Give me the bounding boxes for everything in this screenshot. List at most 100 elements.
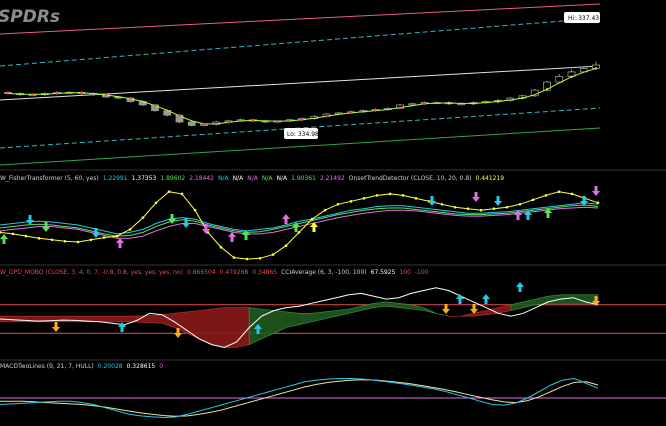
upper-band-line xyxy=(0,3,601,35)
fisher-signal-arrows xyxy=(0,186,600,248)
signal-arrow-up xyxy=(0,234,8,244)
candle-body xyxy=(457,103,466,106)
onset-trend-point xyxy=(388,192,392,196)
ma-point xyxy=(31,93,34,96)
onset-trend-point xyxy=(310,217,314,221)
chart-canvas: SPDRs Hi: 337.43 Lo: 334.98 W_FisherTran… xyxy=(0,3,666,419)
low-label: Lo: 334.98 xyxy=(287,131,319,138)
fisher-study-header: W_FisherTransformer (5, 60, yes) 1.22991 1… xyxy=(0,175,504,182)
study-value: N/A xyxy=(247,175,259,182)
ma-point xyxy=(423,102,426,105)
onset-trend-point xyxy=(323,208,327,212)
ma-point xyxy=(570,75,573,79)
ma-point xyxy=(178,114,181,118)
ma-point xyxy=(496,100,500,103)
onset-trend-point xyxy=(518,202,522,206)
study-value: N/A xyxy=(218,175,230,182)
onset-trend-point xyxy=(271,253,275,256)
onset-trend-point xyxy=(284,244,288,248)
onset-trend-point xyxy=(0,231,2,234)
onset-trend-point xyxy=(414,197,418,200)
study-value: N/A xyxy=(277,175,289,182)
ma-point xyxy=(153,104,157,107)
fisher-cyan-line xyxy=(0,202,599,235)
low-callout: Lo: 334.98 xyxy=(284,128,319,139)
study-value: 1.90361 xyxy=(291,175,316,182)
mobo-cci-panel xyxy=(0,287,666,349)
ma-point xyxy=(521,96,524,100)
mobo-signal-arrows xyxy=(52,282,600,338)
study-value: 2.18442 xyxy=(189,175,214,182)
signal-arrow-down xyxy=(472,192,480,202)
onset-trend-point xyxy=(232,256,236,259)
onset-trend-point xyxy=(180,192,184,196)
candle-body xyxy=(187,121,196,126)
signal-arrow-up xyxy=(116,238,124,248)
ma-point xyxy=(398,106,402,109)
chart-window: SPDRs Hi: 337.43 Lo: 334.98 W_FisherTran… xyxy=(0,0,666,426)
study-value: 100 xyxy=(399,269,411,276)
onset-trend-point xyxy=(401,194,405,197)
study-value: 2.21492 xyxy=(320,175,345,182)
mobo-band-fill xyxy=(510,294,599,311)
signal-arrow-up xyxy=(228,232,236,242)
signal-arrow-down xyxy=(42,222,50,232)
onset-trend-point xyxy=(440,202,444,206)
onset-trend-point xyxy=(570,192,574,196)
onset-trend-point xyxy=(544,194,548,197)
onset-trend-point xyxy=(11,232,15,236)
onset-trend-point xyxy=(167,190,171,193)
high-callout: Hi: 337.43 xyxy=(564,12,600,23)
ma-point xyxy=(594,67,598,70)
ma-point xyxy=(545,88,549,91)
upper-mid-band-line xyxy=(0,17,601,67)
onset-trend-point xyxy=(596,201,600,205)
price-channel-lines xyxy=(0,3,601,166)
ma-point xyxy=(6,92,10,95)
fisher-oscillator xyxy=(0,190,600,261)
signal-arrow-down xyxy=(168,214,176,224)
ma-point xyxy=(300,118,304,121)
ma-point xyxy=(251,119,255,122)
study-value: 1.37353 xyxy=(132,175,157,182)
study-value: 1.22991 xyxy=(103,175,128,182)
onset-trend-point xyxy=(479,208,483,212)
study-value: 1.89602 xyxy=(160,175,185,182)
ma-point xyxy=(349,111,353,115)
onset-trend-point xyxy=(63,239,67,243)
ma-point xyxy=(447,101,451,105)
ma-point xyxy=(202,122,206,126)
ma-point xyxy=(129,97,132,101)
candle-body xyxy=(408,103,417,106)
moving-average-line xyxy=(6,67,598,126)
study-value: MACDTwoLines (9, 21, 7, HULL) xyxy=(0,363,94,370)
onset-trend-point xyxy=(141,216,145,219)
onset-trend-point xyxy=(492,207,496,211)
onset-trend-point xyxy=(24,234,28,238)
study-value: 0 xyxy=(159,363,163,370)
ma-point xyxy=(55,92,59,95)
ma-point xyxy=(227,121,230,124)
onset-trend-point xyxy=(349,200,353,203)
signal-arrow-up xyxy=(456,294,464,304)
onset-trend-point xyxy=(258,257,262,260)
onset-trend-point xyxy=(37,237,41,240)
ma-point xyxy=(325,115,328,118)
onset-trend-point xyxy=(531,198,535,202)
signal-arrow-up xyxy=(118,322,126,332)
onset-trend-point xyxy=(245,257,249,261)
study-value: 67.5925 xyxy=(371,269,396,276)
onset-trend-point xyxy=(115,234,119,238)
signal-arrow-down xyxy=(592,186,600,196)
mobo-band-fill xyxy=(248,301,449,346)
onset-trend-point xyxy=(453,205,457,209)
signal-arrow-up xyxy=(282,214,290,224)
study-value: -100 xyxy=(415,269,429,276)
ma-point xyxy=(276,120,279,123)
high-label: Hi: 337.43 xyxy=(568,15,599,22)
study-value: W_OPD_MOBO (CLOSE, 3, 4, 0, 7, -0.8, 0.8… xyxy=(0,269,183,276)
ma-point xyxy=(80,91,83,94)
onset-trend-point xyxy=(557,190,561,193)
macd-study-header: MACDTwoLines (9, 21, 7, HULL) 0.20028 0.32… xyxy=(0,363,163,370)
onset-trend-point xyxy=(466,207,470,211)
